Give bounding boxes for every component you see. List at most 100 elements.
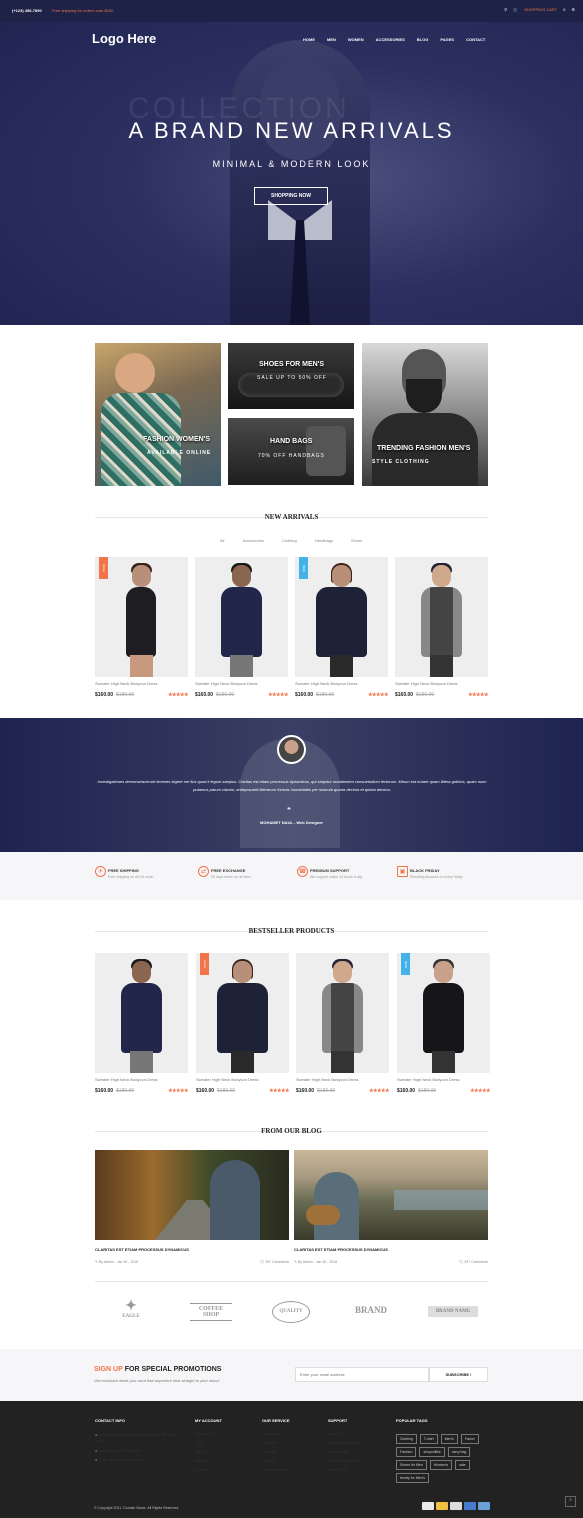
blog-post[interactable]: CLARITAS EST ETIAM PROCESSUS DYNAMICUS ✎…: [95, 1150, 289, 1264]
footer-link[interactable]: Site map: [262, 1450, 290, 1454]
nav-blog[interactable]: BLOG: [417, 37, 429, 42]
footer-phone: ● Telephones: + 1234567890: [95, 1449, 141, 1453]
search-icon[interactable]: ⚲: [504, 7, 507, 12]
footer-link[interactable]: About us: [262, 1459, 290, 1463]
blog-post-title[interactable]: CLARITAS EST ETIAM PROCESSUS DYNAMICUS: [294, 1247, 488, 1252]
footer-link[interactable]: Terms & conditions: [328, 1459, 359, 1463]
nav-pages[interactable]: PAGES: [440, 37, 454, 42]
product-image[interactable]: NEW: [397, 953, 490, 1073]
product-card[interactable]: SALE Sweater High Neck Bodycon Dress $16…: [196, 953, 289, 1094]
filter-accessories[interactable]: Accessories: [242, 538, 264, 543]
footer-link[interactable]: Wishlist: [195, 1459, 222, 1463]
product-card[interactable]: Sweater High Neck Bodycon Dress $160.00 $…: [95, 953, 188, 1094]
shop-now-button[interactable]: SHOPPING NOW: [254, 187, 328, 205]
product-card[interactable]: Sweater High Neck Bodycon Dress $160.00 $…: [395, 557, 488, 698]
product-image[interactable]: [95, 953, 188, 1073]
nav-accessories[interactable]: ACCESSORIES: [376, 37, 405, 42]
nav-home[interactable]: HOME: [303, 37, 315, 42]
blog-date: Jan 30 , 2018: [315, 1260, 338, 1264]
tag[interactable]: trendy for Men's: [396, 1473, 429, 1483]
tag[interactable]: Men's: [440, 1434, 458, 1444]
product-name[interactable]: Sweater High Neck Bodycon Dress: [397, 1077, 490, 1082]
banner-women[interactable]: FASHION WOMEN'S AVAILABLE ONLINE: [95, 343, 221, 486]
newsletter-section: [0, 1349, 583, 1401]
testimonial-author: MOHAMET NAUL - Web Designer: [260, 820, 323, 825]
logo[interactable]: Logo Here: [92, 31, 156, 46]
old-price: $180.00: [317, 1088, 336, 1094]
blog-comments[interactable]: 🗨 257 Comments: [459, 1260, 488, 1264]
filter-clothing[interactable]: Clothing: [282, 538, 297, 543]
tag[interactable]: Favori: [460, 1434, 479, 1444]
tag[interactable]: Women's: [429, 1460, 453, 1470]
cart-icon[interactable]: 🛒: [513, 7, 518, 12]
product-image[interactable]: [395, 557, 488, 677]
product-price: $160.00 $180.00 ★★★★★: [95, 1088, 188, 1094]
product-card[interactable]: NEW Sweater High Neck Bodycon Dress $160…: [397, 953, 490, 1094]
brand-logo-coffee[interactable]: COFFEE SHOP: [190, 1303, 232, 1321]
product-image[interactable]: [195, 557, 288, 677]
blog-post-title[interactable]: CLARITAS EST ETIAM PROCESSUS DYNAMICUS: [95, 1247, 289, 1252]
product-card[interactable]: Sweater High Neck Bodycon Dress $160.00 $…: [296, 953, 389, 1094]
tag[interactable]: Fashion: [396, 1447, 417, 1457]
product-image[interactable]: SALE: [196, 953, 289, 1073]
nav-women[interactable]: WOMEN: [348, 37, 364, 42]
blog-post[interactable]: CLARITAS EST ETIAM PROCESSUS DYNAMICUS ✎…: [294, 1150, 488, 1264]
brand-logo-brandname[interactable]: BRAND NAME: [428, 1306, 478, 1317]
product-name[interactable]: Sweater High Neck Bodycon Dress: [95, 1077, 188, 1082]
blog-image-lake: [394, 1190, 488, 1210]
tag[interactable]: carry bag: [447, 1447, 471, 1457]
tag[interactable]: sale: [455, 1460, 470, 1470]
product-name[interactable]: Sweater High Neck Bodycon Dress: [395, 681, 488, 686]
nav-men[interactable]: MEN: [327, 37, 336, 42]
footer-link[interactable]: Custom service: [262, 1468, 290, 1472]
paypal-icon: [464, 1502, 476, 1510]
product-card[interactable]: NEW Sweater High Neck Bodycon Dress $160…: [295, 557, 388, 698]
banner-men[interactable]: TRENDING FASHION MEN'S STYLE CLOTHING: [362, 343, 488, 486]
filter-handbags[interactable]: Handbags: [315, 538, 333, 543]
settings-icon[interactable]: ⚙: [571, 7, 575, 12]
footer-link[interactable]: My Account: [195, 1432, 222, 1436]
blog-comments[interactable]: 🗨 257 Comments: [260, 1260, 289, 1264]
back-to-top-button[interactable]: ˄: [565, 1496, 576, 1507]
footer-email[interactable]: ● Email: demo@example.com: [95, 1458, 180, 1462]
brand-logo-eagle[interactable]: ✦ EAGLE: [112, 1300, 150, 1320]
footer-link[interactable]: Discount: [262, 1441, 290, 1445]
banner-shoes[interactable]: SHOES FOR MEN'S SALE UP TO 50% OFF: [228, 343, 354, 409]
tag[interactable]: Shoes for Men: [396, 1460, 427, 1470]
tag[interactable]: Clothing: [396, 1434, 417, 1444]
filter-all[interactable]: All: [220, 538, 224, 543]
footer-link[interactable]: Checkout: [195, 1468, 222, 1472]
tag[interactable]: shopcollkie: [419, 1447, 445, 1457]
product-image[interactable]: SALE: [95, 557, 188, 677]
blog-image[interactable]: [294, 1150, 488, 1240]
brand-logo-quality[interactable]: QUALITY: [272, 1301, 310, 1323]
footer-link[interactable]: Support 24/7: [328, 1468, 359, 1472]
tag[interactable]: T-shirt: [419, 1434, 438, 1444]
footer-link[interactable]: About us: [328, 1432, 359, 1436]
footer-link[interactable]: Contact us: [262, 1432, 290, 1436]
product-image[interactable]: NEW: [295, 557, 388, 677]
banner-shoes-sub: SALE UP TO 50% OFF: [257, 375, 327, 381]
footer-link[interactable]: Login: [195, 1441, 222, 1445]
newsletter-email-input[interactable]: [295, 1367, 429, 1382]
product-image[interactable]: [296, 953, 389, 1073]
product-card[interactable]: SALE Sweater High Neck Bodycon Dress $16…: [95, 557, 188, 698]
subscribe-button[interactable]: SUBSCRIBE !: [429, 1367, 488, 1382]
product-name[interactable]: Sweater High Neck Bodycon Dress: [295, 681, 388, 686]
brand-logo-brand[interactable]: BRAND: [352, 1305, 390, 1315]
footer-link[interactable]: Privacy policy: [328, 1450, 359, 1454]
footer-link[interactable]: Delivery information: [328, 1441, 359, 1445]
nav-contact[interactable]: CONTACT: [466, 37, 485, 42]
cart-label[interactable]: SHOPPING CART: [524, 7, 557, 12]
product-name[interactable]: Sweater High Neck Bodycon Dress: [95, 681, 188, 686]
blog-image[interactable]: [95, 1150, 289, 1240]
filter-shoes[interactable]: Shoes: [351, 538, 362, 543]
product-card[interactable]: Sweater High Neck Bodycon Dress $160.00 $…: [195, 557, 288, 698]
blog-author[interactable]: By Admin: [99, 1260, 114, 1264]
product-name[interactable]: Sweater High Neck Bodycon Dress: [195, 681, 288, 686]
footer-link[interactable]: My Cart: [195, 1450, 222, 1454]
product-name[interactable]: Sweater High Neck Bodycon Dress: [196, 1077, 289, 1082]
blog-author[interactable]: By Admin: [298, 1260, 313, 1264]
banner-bags[interactable]: HAND BAGS 70% OFF HANDBAGS: [228, 418, 354, 485]
product-name[interactable]: Sweater High Neck Bodycon Dress: [296, 1077, 389, 1082]
